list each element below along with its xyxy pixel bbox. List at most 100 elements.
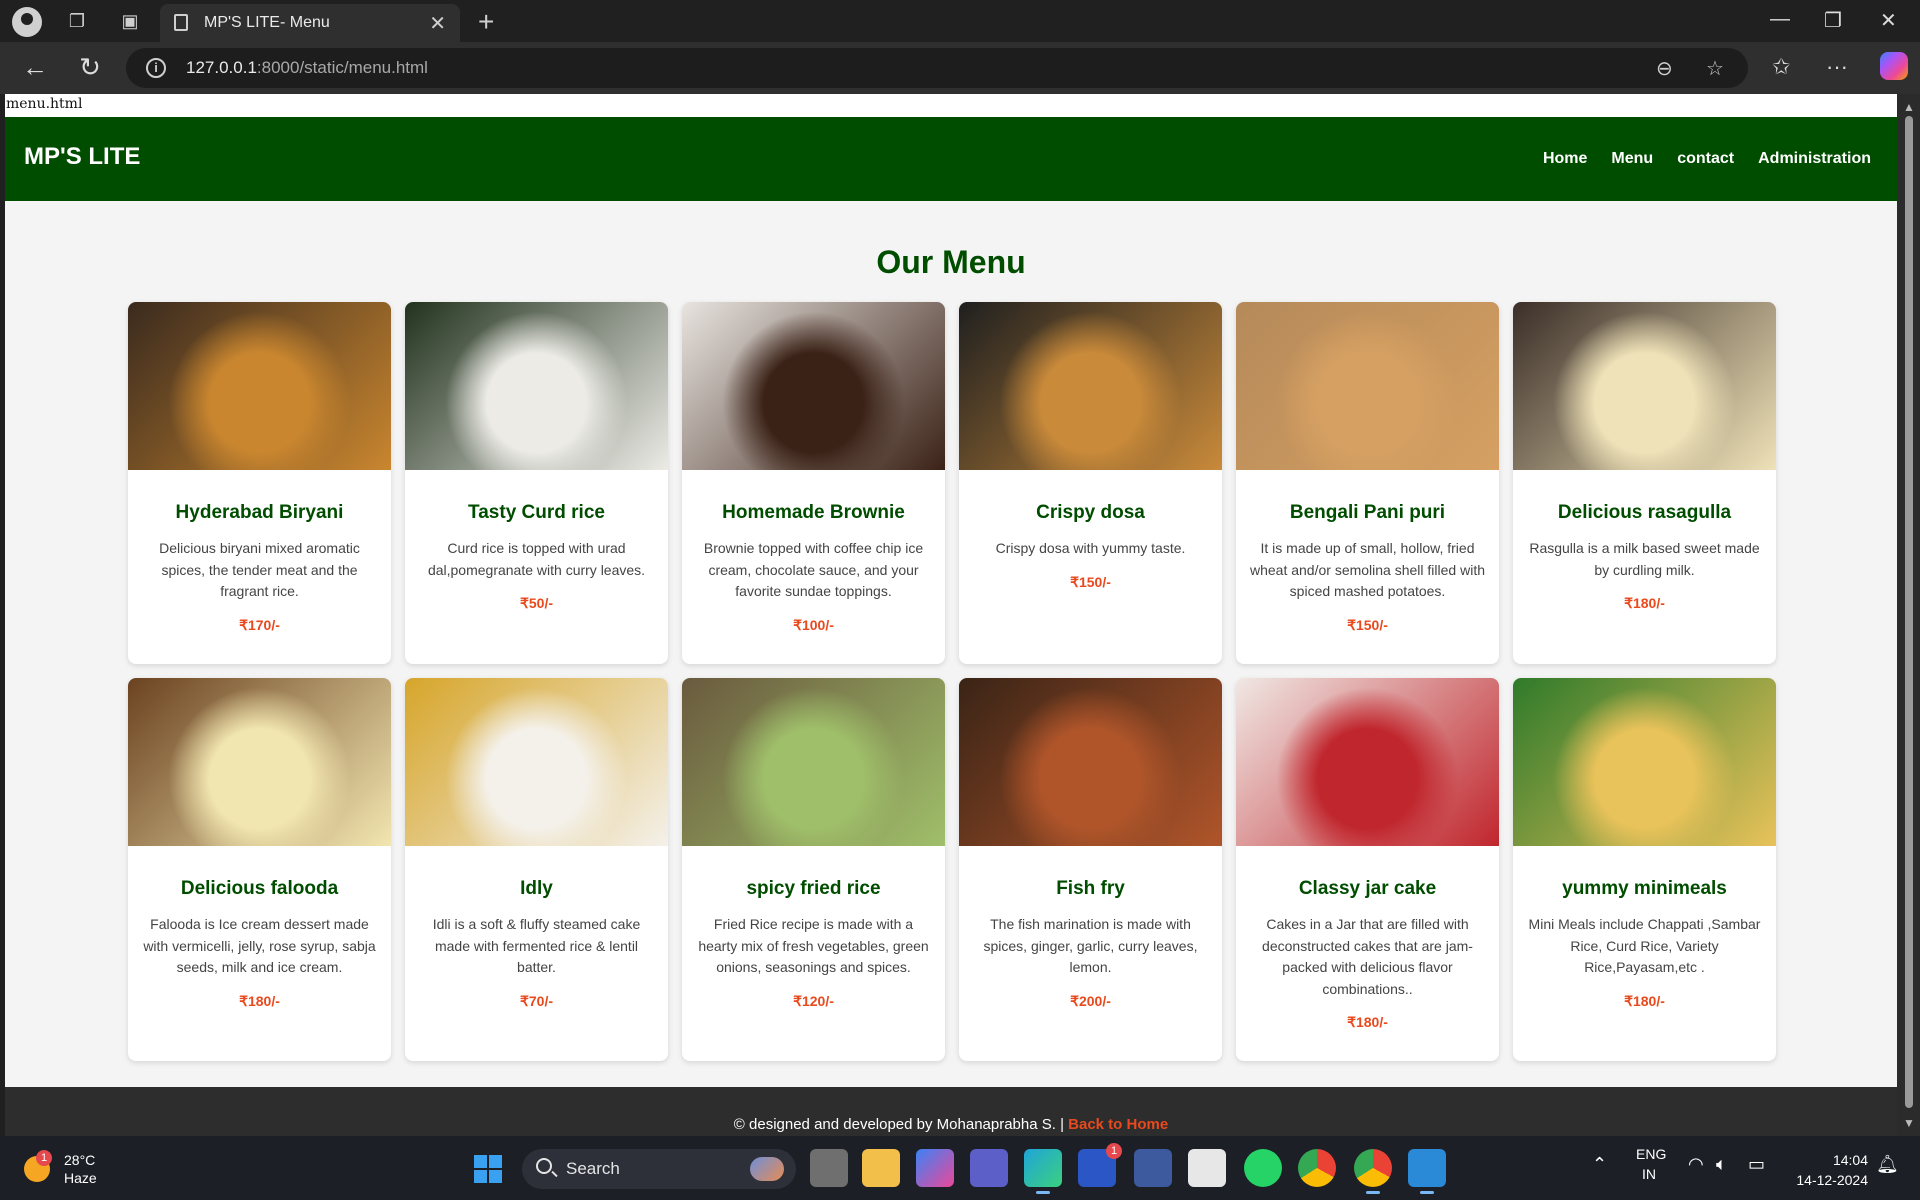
clock-date: 14-12-2024 xyxy=(1796,1172,1868,1188)
food-image xyxy=(1513,302,1776,470)
menu-card: Idly Idli is a soft & fluffy steamed cake… xyxy=(405,678,668,1061)
teams-icon[interactable] xyxy=(970,1149,1008,1187)
battery-icon[interactable]: ▭ xyxy=(1748,1154,1765,1175)
start-button[interactable] xyxy=(474,1155,502,1183)
profile-icon[interactable] xyxy=(12,7,42,37)
copilot-app-icon[interactable] xyxy=(916,1149,954,1187)
item-name: Fish fry xyxy=(1056,878,1125,899)
nav-administration[interactable]: Administration xyxy=(1758,150,1871,168)
item-price: ₹200/- xyxy=(1070,992,1111,1009)
browser-address-bar: ← ↻ i 127.0.0.1:8000/static/menu.html ⊖ … xyxy=(0,42,1920,94)
favorites-icon[interactable]: ✩ xyxy=(1772,54,1790,80)
taskbar-search[interactable]: Search xyxy=(522,1149,796,1189)
footer-credit: © designed and developed by Mohanaprabha… xyxy=(733,1116,1069,1133)
zoom-icon[interactable]: ⊖ xyxy=(1656,56,1673,81)
chrome-icon[interactable] xyxy=(1298,1149,1336,1187)
whatsapp-icon[interactable] xyxy=(1244,1149,1282,1187)
url-text[interactable]: 127.0.0.1:8000/static/menu.html xyxy=(186,58,428,78)
menu-card: Bengali Pani puri It is made up of small,… xyxy=(1236,302,1499,664)
chrome-profile-icon[interactable] xyxy=(1354,1149,1392,1194)
nav-home[interactable]: Home xyxy=(1543,150,1587,168)
tab-actions-icon[interactable]: ▣ xyxy=(119,10,141,32)
item-description: Rasgulla is a milk based sweet made by c… xyxy=(1529,540,1760,578)
nav-menu[interactable]: Menu xyxy=(1611,150,1653,168)
site-nav: Home Menu contact Administration xyxy=(1543,150,1871,168)
clock[interactable]: 14:04 14-12-2024 xyxy=(1786,1150,1868,1190)
clock-time: 14:04 xyxy=(1832,1152,1868,1168)
item-price: ₹180/- xyxy=(1624,595,1665,611)
volume-icon[interactable]: 🔈︎ xyxy=(1716,1154,1727,1175)
item-name: Hyderabad Biryani xyxy=(175,502,344,523)
url-field[interactable]: i 127.0.0.1:8000/static/menu.html ⊖ ☆ xyxy=(126,48,1748,88)
more-menu-icon[interactable]: ··· xyxy=(1826,54,1848,80)
weather-condition: Haze xyxy=(64,1170,97,1186)
favorite-star-icon[interactable]: ☆ xyxy=(1706,56,1724,81)
workspaces-icon[interactable]: ❐ xyxy=(66,10,88,32)
item-name: spicy fried rice xyxy=(746,878,881,899)
search-label: Search xyxy=(566,1159,620,1178)
minimize-icon[interactable]: — xyxy=(1770,8,1790,31)
item-description: Mini Meals include Chappati ,Sambar Rice… xyxy=(1528,916,1761,975)
item-description: Curd rice is topped with urad dal,pomegr… xyxy=(427,540,646,578)
back-to-home-link[interactable]: Back to Home xyxy=(1068,1116,1168,1133)
item-name: Homemade Brownie xyxy=(722,502,905,523)
weather-widget[interactable]: 1 28°C Haze xyxy=(22,1150,132,1190)
close-tab-icon[interactable]: ✕ xyxy=(429,11,446,36)
url-path: :8000/static/menu.html xyxy=(256,58,428,77)
menu-card: Crispy dosa Crispy dosa with yummy taste.… xyxy=(959,302,1222,664)
notification-bell-icon[interactable]: 🔔︎ xyxy=(1876,1154,1899,1175)
copilot-icon[interactable] xyxy=(1880,52,1908,80)
new-tab-icon[interactable]: + xyxy=(478,6,494,38)
browser-tab-bar: ❐ ▣ MP'S LITE- Menu ✕ + — ❐ ✕ xyxy=(0,0,1920,42)
tab-title: MP'S LITE- Menu xyxy=(204,14,330,31)
item-description: Crispy dosa with yummy taste. xyxy=(995,540,1186,556)
item-name: Delicious rasagulla xyxy=(1557,502,1732,523)
show-hidden-icons-icon[interactable]: ⌃ xyxy=(1592,1154,1607,1175)
nav-contact[interactable]: contact xyxy=(1677,150,1734,168)
lang-bottom[interactable]: IN xyxy=(1642,1166,1656,1182)
food-image xyxy=(405,678,668,846)
food-image xyxy=(682,678,945,846)
page-viewport: menu.html MP'S LITE Home Menu contact Ad… xyxy=(5,94,1897,1136)
active-tab[interactable]: MP'S LITE- Menu ✕ xyxy=(160,4,460,42)
item-name: yummy minimeals xyxy=(1562,878,1727,899)
item-description: Idli is a soft & fluffy steamed cake mad… xyxy=(432,916,641,975)
item-description: The fish marination is made with spices,… xyxy=(983,916,1198,975)
item-price: ₹100/- xyxy=(793,616,834,633)
item-description: Falooda is Ice cream dessert made with v… xyxy=(143,916,376,975)
item-price: ₹150/- xyxy=(1347,616,1388,633)
site-info-icon[interactable]: i xyxy=(146,58,166,78)
store-icon[interactable] xyxy=(1188,1149,1226,1187)
taskbar: 1 28°C Haze Search 1 ⌃ ENG IN ◠ 🔈︎ ▭ 14:… xyxy=(0,1136,1920,1200)
item-price: ₹180/- xyxy=(1347,1014,1388,1030)
lang-top[interactable]: ENG xyxy=(1636,1146,1666,1162)
scrollbar[interactable]: ▲ ▼ xyxy=(1897,94,1920,1136)
site-footer: © designed and developed by Mohanaprabha… xyxy=(5,1087,1897,1136)
mountain-app-icon[interactable] xyxy=(1134,1149,1172,1187)
edge-icon[interactable] xyxy=(1024,1149,1062,1194)
file-explorer-icon[interactable] xyxy=(862,1149,900,1187)
task-view-icon[interactable] xyxy=(810,1149,848,1187)
wifi-icon[interactable]: ◠ xyxy=(1688,1154,1704,1175)
item-price: ₹120/- xyxy=(793,992,834,1009)
site-header: MP'S LITE Home Menu contact Administrati… xyxy=(5,117,1897,201)
page-title: Our Menu xyxy=(876,244,1026,280)
back-arrow-icon[interactable]: ← xyxy=(20,52,50,83)
food-image xyxy=(959,302,1222,470)
scroll-up-icon[interactable]: ▲ xyxy=(1903,100,1915,114)
item-price: ₹180/- xyxy=(239,992,280,1009)
l-app-icon[interactable]: 1 xyxy=(1078,1143,1122,1187)
food-image xyxy=(959,678,1222,846)
food-image xyxy=(682,302,945,470)
restore-icon[interactable]: ❐ xyxy=(1824,8,1842,33)
close-window-icon[interactable]: ✕ xyxy=(1880,8,1897,33)
site-brand[interactable]: MP'S LITE xyxy=(24,143,140,171)
search-highlight-icon xyxy=(750,1157,784,1181)
menu-card: Homemade Brownie Brownie topped with coff… xyxy=(682,302,945,664)
item-name: Crispy dosa xyxy=(1036,502,1145,523)
scroll-thumb[interactable] xyxy=(1905,116,1913,1108)
item-price: ₹70/- xyxy=(519,992,554,1009)
vscode-icon[interactable] xyxy=(1408,1149,1446,1194)
reload-icon[interactable]: ↻ xyxy=(75,52,105,83)
scroll-down-icon[interactable]: ▼ xyxy=(1903,1116,1915,1130)
